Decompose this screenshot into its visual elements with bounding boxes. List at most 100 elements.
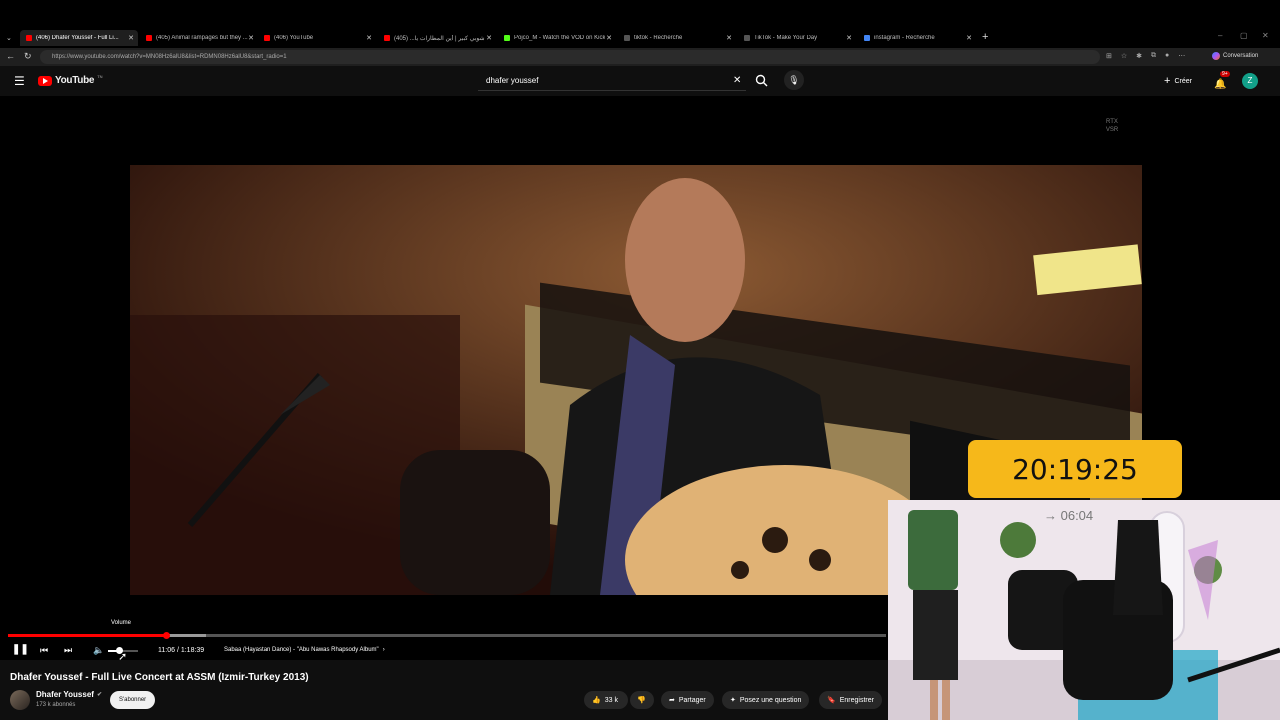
progress-played [8, 634, 166, 637]
like-count: 33 k [604, 696, 618, 704]
tab-close-icon[interactable]: ✕ [248, 34, 254, 42]
tab-favicon-icon [264, 35, 270, 41]
pause-icon[interactable]: ❚❚ [12, 644, 29, 655]
youtube-logo[interactable]: YouTube TN [38, 74, 103, 86]
save-button[interactable]: 🔖 Enregistrer [819, 691, 882, 709]
chapter-button[interactable]: Sabaa (Hayastan Dance) - "Abu Nawas Rhap… [224, 647, 385, 653]
tab-label: (406) YouTube [274, 35, 314, 41]
share-icon: ➦ [669, 697, 675, 704]
tab-8[interactable]: instagram - Recherche ✕ [858, 30, 976, 46]
extensions-icon[interactable]: ✱ [1136, 52, 1142, 60]
clock-overlay: 20:19:25 [968, 440, 1182, 498]
url-field[interactable]: https://www.youtube.com/watch?v=MN08Hz6a… [40, 50, 1100, 64]
profile-avatar-icon[interactable]: ● [1165, 52, 1169, 60]
tab-6[interactable]: tiktok - Recherche ✕ [618, 30, 736, 46]
volume-tooltip: Volume [111, 620, 132, 626]
tab-close-icon[interactable]: ✕ [366, 34, 372, 42]
tab-favicon-icon [384, 35, 390, 41]
save-label: Enregistrer [839, 696, 874, 704]
install-app-icon[interactable]: ⊞ [1106, 52, 1112, 60]
tab-close-icon[interactable]: ✕ [726, 34, 732, 42]
window-maximize-icon[interactable]: ▢ [1240, 31, 1248, 40]
window-minimize-icon[interactable]: – [1218, 31, 1222, 40]
tab-close-icon[interactable]: ✕ [128, 34, 134, 42]
bell-icon: 🔔 [1214, 79, 1227, 90]
new-tab-button[interactable]: + [982, 31, 988, 43]
webcam-scene-image [888, 500, 1280, 720]
thumbs-up-icon: 👍 [592, 697, 601, 704]
tab-favicon-icon [624, 35, 630, 41]
tab-label: TikTok - Make Your Day [754, 35, 818, 41]
reload-icon[interactable]: ↻ [24, 51, 32, 62]
search-input[interactable]: dhafer youssef [478, 71, 746, 91]
tab-list-chevron-icon[interactable]: ⌄ [6, 34, 12, 42]
progress-scrubber-handle[interactable] [163, 632, 170, 639]
mouse-cursor-icon: ➚ [118, 651, 128, 663]
tab-favicon-icon [504, 35, 510, 41]
window-close-icon[interactable]: ✕ [1262, 31, 1269, 40]
copilot-icon [1212, 52, 1220, 60]
youtube-play-logo-icon [38, 75, 52, 86]
dislike-button[interactable]: 👎 [630, 691, 654, 709]
tab-2[interactable]: (405) Animal rampages but they ... ✕ [140, 30, 258, 46]
notifications-button[interactable]: 🔔 9+ [1214, 71, 1230, 92]
verified-icon: ✔ [96, 692, 102, 698]
hamburger-menu-icon[interactable]: ☰ [14, 74, 25, 88]
more-menu-icon[interactable]: ⋯ [1178, 52, 1185, 60]
channel-name-text: Dhafer Youssef [36, 690, 94, 699]
next-icon[interactable]: ⏭ [64, 645, 72, 656]
bookmark-icon: 🔖 [827, 697, 836, 704]
create-label: Créer [1174, 77, 1192, 85]
channel-name[interactable]: Dhafer Youssef ✔ [36, 690, 102, 699]
back-icon[interactable]: ← [6, 51, 15, 61]
tab-3[interactable]: (406) YouTube ✕ [258, 30, 376, 46]
tab-close-icon[interactable]: ✕ [966, 34, 972, 42]
collections-icon[interactable]: ⧉ [1151, 52, 1156, 60]
address-bar-row: ← ↻ https://www.youtube.com/watch?v=MN08… [0, 48, 1280, 66]
previous-icon[interactable]: ⏮ [40, 645, 48, 656]
tab-label: Pojco_M - Watch the VOD on Kick [514, 35, 606, 41]
search-icon[interactable] [755, 74, 768, 92]
tab-7[interactable]: TikTok - Make Your Day ✕ [738, 30, 856, 46]
ask-label: Posez une question [739, 696, 802, 704]
tab-label: (405) Animal rampages but they ... [156, 35, 248, 41]
copilot-conversation-button[interactable]: Conversation [1212, 52, 1258, 60]
like-button[interactable]: 👍 33 k [584, 691, 628, 709]
rtx-vsr-label: RTX VSR [1105, 119, 1119, 133]
subscriber-count: 173 k abonnés [36, 702, 76, 708]
plus-icon: + [1164, 75, 1171, 87]
tab-favicon-icon [146, 35, 152, 41]
tab-label: instagram - Recherche [874, 35, 935, 41]
webcam-overlay: → 06:04 [888, 500, 1280, 720]
tab-favicon-icon [26, 35, 32, 41]
time-display: 11:06 / 1:18:39 [158, 647, 205, 654]
create-button[interactable]: + Créer [1164, 72, 1192, 90]
share-label: Partager [678, 696, 706, 704]
tab-1[interactable]: (406) Dhafer Youssef - Full Li... ✕ [20, 30, 138, 46]
tab-4[interactable]: شوبي كبير | أين المطارات يا... (405) ✕ [378, 30, 496, 46]
account-avatar[interactable]: Z [1242, 73, 1258, 89]
tab-close-icon[interactable]: ✕ [486, 34, 492, 42]
countdown-label: → 06:04 [1044, 508, 1094, 523]
browser-tab-strip: ⌄ (406) Dhafer Youssef - Full Li... ✕ (405… [0, 0, 1280, 48]
subscribe-button[interactable]: S'abonner [110, 691, 156, 709]
chapter-title: Sabaa (Hayastan Dance) - "Abu Nawas Rhap… [224, 647, 379, 653]
voice-search-icon[interactable]: 🎙 [784, 70, 804, 90]
tab-close-icon[interactable]: ✕ [846, 34, 852, 42]
tab-close-icon[interactable]: ✕ [606, 34, 612, 42]
ask-question-button[interactable]: ✦ Posez une question [722, 691, 810, 709]
tab-favicon-icon [864, 35, 870, 41]
notification-badge: 9+ [1220, 71, 1230, 77]
extension-icons: ⊞ ☆ ✱ ⧉ ● ⋯ [1106, 52, 1185, 60]
favorite-star-icon[interactable]: ☆ [1121, 52, 1127, 60]
tab-5[interactable]: Pojco_M - Watch the VOD on Kick ✕ [498, 30, 616, 46]
tab-label: (406) Dhafer Youssef - Full Li... [36, 35, 119, 41]
share-button[interactable]: ➦ Partager [661, 691, 714, 709]
country-code: TN [97, 74, 103, 79]
channel-avatar[interactable] [10, 690, 30, 710]
clear-search-icon[interactable]: ✕ [733, 75, 741, 86]
sparkle-icon: ✦ [730, 697, 736, 704]
volume-icon[interactable]: 🔈 [93, 645, 104, 656]
thumbs-down-icon: 👎 [637, 697, 646, 704]
tab-favicon-icon [744, 35, 750, 41]
